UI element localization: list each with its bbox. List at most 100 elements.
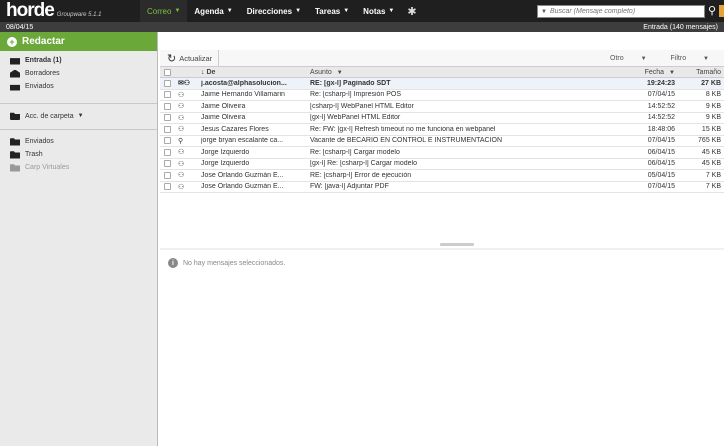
message-row[interactable]: ⚇ Jorge Izquierdo Re: [csharp-l] Cargar mo… xyxy=(160,147,724,159)
message-from: Jaime Oliveira xyxy=(201,114,246,122)
drafts-icon xyxy=(10,69,20,78)
message-size: 45 KB xyxy=(701,148,721,156)
chevron-down-icon: ▼ xyxy=(669,69,675,76)
logo-text: horde xyxy=(6,0,55,21)
row-checkbox[interactable] xyxy=(160,114,174,122)
folder-icon xyxy=(10,138,20,146)
folder-inbox[interactable]: Entrada (1) xyxy=(0,54,157,67)
message-size: 27 KB xyxy=(701,79,721,87)
compose-label: Redactar xyxy=(22,36,65,47)
message-subject: Re: [csharp-l] Cargar modelo xyxy=(310,148,400,156)
message-date: 05/04/15 xyxy=(647,171,675,179)
column-label: Asunto xyxy=(310,68,332,76)
filter-label: Filtro xyxy=(670,55,687,62)
gear-icon[interactable]: ✱ xyxy=(401,5,422,18)
message-date: 07/04/15 xyxy=(647,183,675,191)
message-subject: [gx-l] WebPanel HTML Editor xyxy=(310,114,401,122)
row-checkbox[interactable] xyxy=(160,183,174,191)
chevron-down-icon: ▼ xyxy=(174,8,181,14)
menu-tareas[interactable]: Tareas ▼ xyxy=(308,0,356,22)
message-from: Jorge Izquierdo xyxy=(201,160,250,168)
status-bar: 08/04/15 Entrada (140 mensajes) xyxy=(0,22,724,32)
search-icon[interactable]: ⚲ xyxy=(708,4,716,17)
message-from: Jaime Hernando Villamarin xyxy=(201,91,285,99)
message-from: Jesus Cazares Flores xyxy=(201,125,269,133)
mail-toolbar: ↻ Actualizar Otro ▼ Filtro ▼ xyxy=(160,49,724,67)
message-row[interactable]: ⚇ Jorge Izquierdo [gx-l] Re: [csharp-l] Ca… xyxy=(160,159,724,170)
column-from[interactable]: ↓ De xyxy=(201,69,310,76)
horde-logo[interactable]: horde Groupware 5.1.1 xyxy=(0,0,140,22)
folder-drafts[interactable]: Borradores xyxy=(0,67,157,80)
select-all-checkbox[interactable] xyxy=(160,68,174,76)
column-label: De xyxy=(206,68,216,76)
column-date[interactable]: Fecha ▼ xyxy=(607,69,683,76)
refresh-button[interactable]: ↻ Actualizar xyxy=(160,49,220,67)
compose-button[interactable]: + Redactar xyxy=(0,32,157,51)
message-size: 7 KB xyxy=(705,183,721,191)
message-row[interactable]: ✉ ⚇ j.acosta@alphasolucion... RE: [gx-l] P… xyxy=(160,78,724,90)
message-flags-icon: ⚇ xyxy=(178,126,184,134)
notification-icon[interactable] xyxy=(719,5,724,17)
search-box: ▼ xyxy=(537,5,705,18)
folder-label: Enviados xyxy=(25,138,54,145)
pane-splitter[interactable] xyxy=(160,248,724,250)
message-row[interactable]: ⚲ jorge bryan escalante ca... Vacante de B… xyxy=(160,136,724,147)
menu-notas[interactable]: Notas ▼ xyxy=(356,0,401,22)
message-subject: Re: [csharp-l] Impresión POS xyxy=(310,91,402,99)
row-checkbox[interactable] xyxy=(160,102,174,110)
message-date: 14:52:52 xyxy=(647,102,675,110)
folder-sent[interactable]: Enviados xyxy=(0,80,157,93)
folder-trash[interactable]: Trash xyxy=(0,148,157,161)
menu-label: Correo xyxy=(147,6,172,16)
folder-actions-button[interactable]: Acc. de carpeta ▼ xyxy=(0,109,157,123)
folder-virtual[interactable]: Carp Virtuales xyxy=(0,161,157,174)
message-rows: ✉ ⚇ j.acosta@alphasolucion... RE: [gx-l] P… xyxy=(160,78,724,193)
folder-label: Enviados xyxy=(25,83,54,90)
other-menu-button[interactable]: Otro ▼ xyxy=(598,55,659,62)
message-flags-icon: ✉ ⚇ xyxy=(178,80,190,88)
message-subject: Vacante de BECARIO EN CONTROL E INSTRUME… xyxy=(310,137,503,145)
column-size[interactable]: Tamaño xyxy=(683,69,724,76)
column-subject[interactable]: Asunto ▼ xyxy=(310,69,607,76)
top-bar: horde Groupware 5.1.1 Correo ▼ Agenda ▼ Di… xyxy=(0,0,724,22)
message-list-header: ↓ De Asunto ▼ Fecha ▼ Tamaño xyxy=(160,67,724,78)
row-checkbox[interactable] xyxy=(160,160,174,168)
message-row[interactable]: ⚇ Jose Orlando Guzmán E... RE: [csharp-l] … xyxy=(160,170,724,182)
row-checkbox[interactable] xyxy=(160,91,174,99)
virtual-folder-icon xyxy=(10,164,20,172)
chevron-down-icon: ▼ xyxy=(226,8,233,14)
search-input[interactable] xyxy=(549,8,690,15)
message-flags-icon: ⚇ xyxy=(178,103,184,111)
message-row[interactable]: ⚇ Jaime Oliveira [gx-l] WebPanel HTML Edit… xyxy=(160,113,724,124)
message-flags-icon: ⚇ xyxy=(178,172,184,180)
preview-pane: i No hay mensajes seleccionados. xyxy=(168,258,285,268)
message-flags-icon: ⚇ xyxy=(178,160,184,168)
menu-direcciones[interactable]: Direcciones ▼ xyxy=(240,0,308,22)
filter-menu-button[interactable]: Filtro ▼ xyxy=(659,55,721,62)
message-row[interactable]: ⚇ Jose Orlando Guzmán E... FW: [java-l] Ad… xyxy=(160,182,724,193)
row-checkbox[interactable] xyxy=(160,137,174,145)
row-checkbox[interactable] xyxy=(160,79,174,87)
message-row[interactable]: ⚇ Jesus Cazares Flores Re: FW: [gx-l] Refr… xyxy=(160,124,724,136)
other-label: Otro xyxy=(610,55,624,62)
search-options-icon[interactable]: ▼ xyxy=(538,9,550,15)
current-date: 08/04/15 xyxy=(6,23,34,31)
message-row[interactable]: ⚇ Jaime Hernando Villamarin Re: [csharp-l]… xyxy=(160,90,724,101)
row-checkbox[interactable] xyxy=(160,148,174,156)
message-flags-icon: ⚇ xyxy=(178,91,184,99)
message-from: Jose Orlando Guzmán E... xyxy=(201,183,284,191)
row-checkbox[interactable] xyxy=(160,171,174,179)
chevron-down-icon: ▼ xyxy=(336,69,343,76)
chevron-down-icon: ▼ xyxy=(388,8,395,14)
message-date: 07/04/15 xyxy=(647,137,675,145)
resize-handle[interactable] xyxy=(440,243,474,246)
row-checkbox[interactable] xyxy=(160,125,174,133)
menu-agenda[interactable]: Agenda ▼ xyxy=(187,0,239,22)
menu-correo[interactable]: Correo ▼ xyxy=(140,0,188,22)
mailbox-status: Entrada (140 mensajes) xyxy=(643,23,718,31)
menu-label: Notas xyxy=(363,6,386,16)
message-row[interactable]: ⚇ Jaime Oliveira [csharp-l] WebPanel HTML … xyxy=(160,101,724,113)
message-subject: Re: FW: [gx-l] Refresh timeout no me fun… xyxy=(310,125,496,133)
message-list: ↓ De Asunto ▼ Fecha ▼ Tamaño ✉ ⚇ j.acosta… xyxy=(160,67,724,193)
folder-local-sent[interactable]: Enviados xyxy=(0,135,157,148)
